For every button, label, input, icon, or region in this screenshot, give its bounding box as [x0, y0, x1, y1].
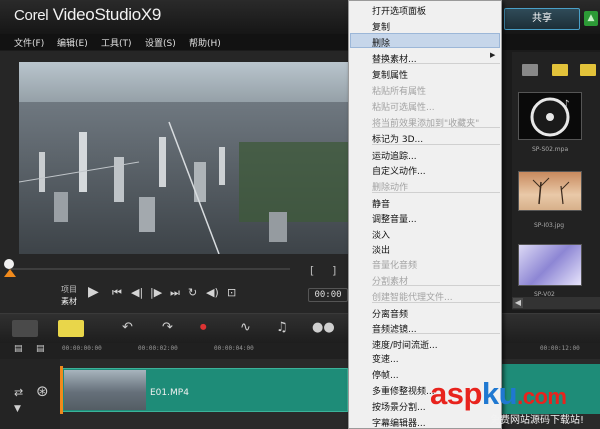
context-menu-item[interactable]: 删除	[372, 36, 390, 49]
desert-tree-image	[532, 177, 570, 205]
context-menu-item[interactable]: 调整音量...	[372, 212, 417, 225]
repeat-icon[interactable]: ↻	[188, 286, 197, 299]
context-menu-item[interactable]: 停帧...	[372, 368, 399, 381]
sound-mixer-icon[interactable]: ∿	[240, 320, 251, 335]
ruler-tick-label: 00:00:12:00	[540, 345, 580, 352]
mark-in-button[interactable]: [	[310, 264, 314, 277]
watermark-part: ku	[481, 376, 518, 411]
menu-separator	[372, 192, 500, 193]
menu-help[interactable]: 帮助(H)	[189, 36, 221, 49]
library-item-image[interactable]	[518, 171, 582, 211]
previous-frame-button[interactable]: ◀|	[131, 286, 143, 299]
context-menu-item[interactable]: 静音	[372, 197, 390, 210]
watermark-subtitle: 免费网站源码下载站!	[490, 415, 585, 426]
menu-separator	[372, 302, 500, 303]
context-menu-item: 粘贴所有属性	[372, 87, 427, 97]
end-button[interactable]: ⏭	[170, 286, 180, 300]
context-menu-item[interactable]: 复制	[372, 20, 390, 33]
upload-icon[interactable]: ▲	[584, 11, 598, 26]
submenu-arrow-icon: ▶	[490, 51, 496, 59]
context-menu-item[interactable]: 变速...	[372, 352, 399, 365]
library-item-audio[interactable]: ♪	[518, 92, 582, 140]
menu-settings[interactable]: 设置(S)	[145, 36, 176, 49]
collapse-arrow-icon[interactable]: ▼	[14, 404, 21, 414]
menu-bar	[0, 34, 600, 50]
context-menu-item[interactable]: 自定义动作...	[372, 164, 426, 177]
context-menu-item: 音量化音频	[372, 261, 418, 271]
music-disc-icon: ♪	[530, 97, 570, 137]
menu-separator	[372, 127, 500, 128]
context-menu-item[interactable]: 运动追踪...	[372, 149, 417, 162]
context-menu-item[interactable]: 复制属性	[372, 68, 408, 81]
context-menu-item[interactable]: 多重修整视频...	[372, 384, 435, 397]
timecode-display[interactable]: 00:00	[308, 288, 348, 302]
mark-out-button[interactable]: ]	[332, 264, 336, 277]
library-scrollbar[interactable]	[512, 297, 600, 309]
scroll-left-icon[interactable]: ◀	[513, 298, 523, 308]
watermark-part: asp	[430, 376, 482, 411]
timeline-view-button[interactable]	[58, 320, 84, 337]
timeline-toolbar	[0, 313, 600, 343]
library-item-caption: SP-I03.jpg	[534, 222, 565, 229]
ruler-tick-label: 00:00:00:00	[62, 345, 102, 352]
app-title-brand: Corel	[14, 7, 49, 24]
home-button[interactable]: ⏮	[112, 286, 122, 300]
play-button[interactable]: ▶	[88, 284, 99, 300]
menu-file[interactable]: 文件(F)	[14, 36, 44, 49]
volume-icon[interactable]: ◀)	[206, 286, 219, 299]
clip-trim-handle[interactable]	[60, 366, 63, 414]
context-menu-item[interactable]: 分离音频	[372, 307, 408, 320]
trim-start-marker[interactable]	[4, 269, 16, 277]
video-filter-icon[interactable]	[552, 64, 568, 76]
context-menu-item[interactable]: 打开选项面板	[372, 4, 426, 17]
track-manager-icon[interactable]: ▤	[14, 344, 23, 354]
mode-clip[interactable]: 素材	[61, 296, 77, 307]
video-track-header	[0, 359, 60, 429]
context-menu-item[interactable]: 淡入	[372, 228, 390, 241]
redo-icon[interactable]: ↷	[162, 320, 173, 335]
mode-project[interactable]: 项目	[61, 284, 77, 295]
ripple-edit-icon[interactable]: ⇄	[14, 386, 23, 399]
app-title-version: X9	[140, 5, 162, 24]
folder-icon[interactable]	[522, 64, 538, 76]
watermark-part: .com	[517, 384, 567, 409]
context-menu-item[interactable]: 字幕编辑器...	[372, 416, 426, 429]
context-menu-item[interactable]: 速度/时间流逝...	[372, 338, 438, 351]
auto-music-icon[interactable]: ♫	[276, 320, 288, 335]
menu-separator	[372, 144, 500, 145]
hd-preview-icon[interactable]: ⊡	[227, 286, 236, 299]
scrubber-bar[interactable]	[8, 268, 290, 270]
library-item-video[interactable]	[518, 244, 582, 286]
watermark-logo: aspku.com	[430, 376, 567, 412]
image-filter-icon[interactable]	[580, 64, 596, 76]
context-menu-item[interactable]: 淡出	[372, 243, 390, 256]
ruler-tick-label: 00:00:02:00	[138, 345, 178, 352]
context-menu-item[interactable]: 按场景分割...	[372, 400, 426, 413]
add-chapter-icon[interactable]: ▤	[36, 344, 45, 354]
next-frame-button[interactable]: |▶	[150, 286, 162, 299]
library-item-caption: SP-S02.mpa	[532, 146, 569, 153]
menu-edit[interactable]: 编辑(E)	[57, 36, 88, 49]
clip-thumbnail	[64, 370, 146, 410]
city-aerial-image	[19, 62, 348, 254]
ruler-tick-label: 00:00:04:00	[214, 345, 254, 352]
svg-text:♪: ♪	[563, 99, 569, 110]
undo-icon[interactable]: ↶	[122, 320, 133, 335]
menu-separator	[372, 285, 500, 286]
scrubber-handle[interactable]	[4, 259, 14, 269]
app-title: Corel VideoStudioX9	[14, 5, 161, 25]
clip-name: E01.MP4	[150, 388, 189, 398]
tab-share[interactable]: 共享	[504, 8, 580, 30]
menu-separator	[372, 333, 500, 334]
menu-separator	[372, 63, 500, 64]
film-reel-icon: ⊛	[36, 382, 49, 400]
motion-tracking-icon[interactable]: ●●	[312, 320, 335, 335]
menu-tools[interactable]: 工具(T)	[101, 36, 132, 49]
app-title-product: VideoStudio	[48, 5, 141, 24]
storyboard-view-button[interactable]	[12, 320, 38, 337]
context-menu-item: 粘贴可选属性...	[372, 103, 435, 113]
video-preview	[19, 62, 348, 254]
record-capture-icon[interactable]: ⏺	[200, 320, 207, 335]
